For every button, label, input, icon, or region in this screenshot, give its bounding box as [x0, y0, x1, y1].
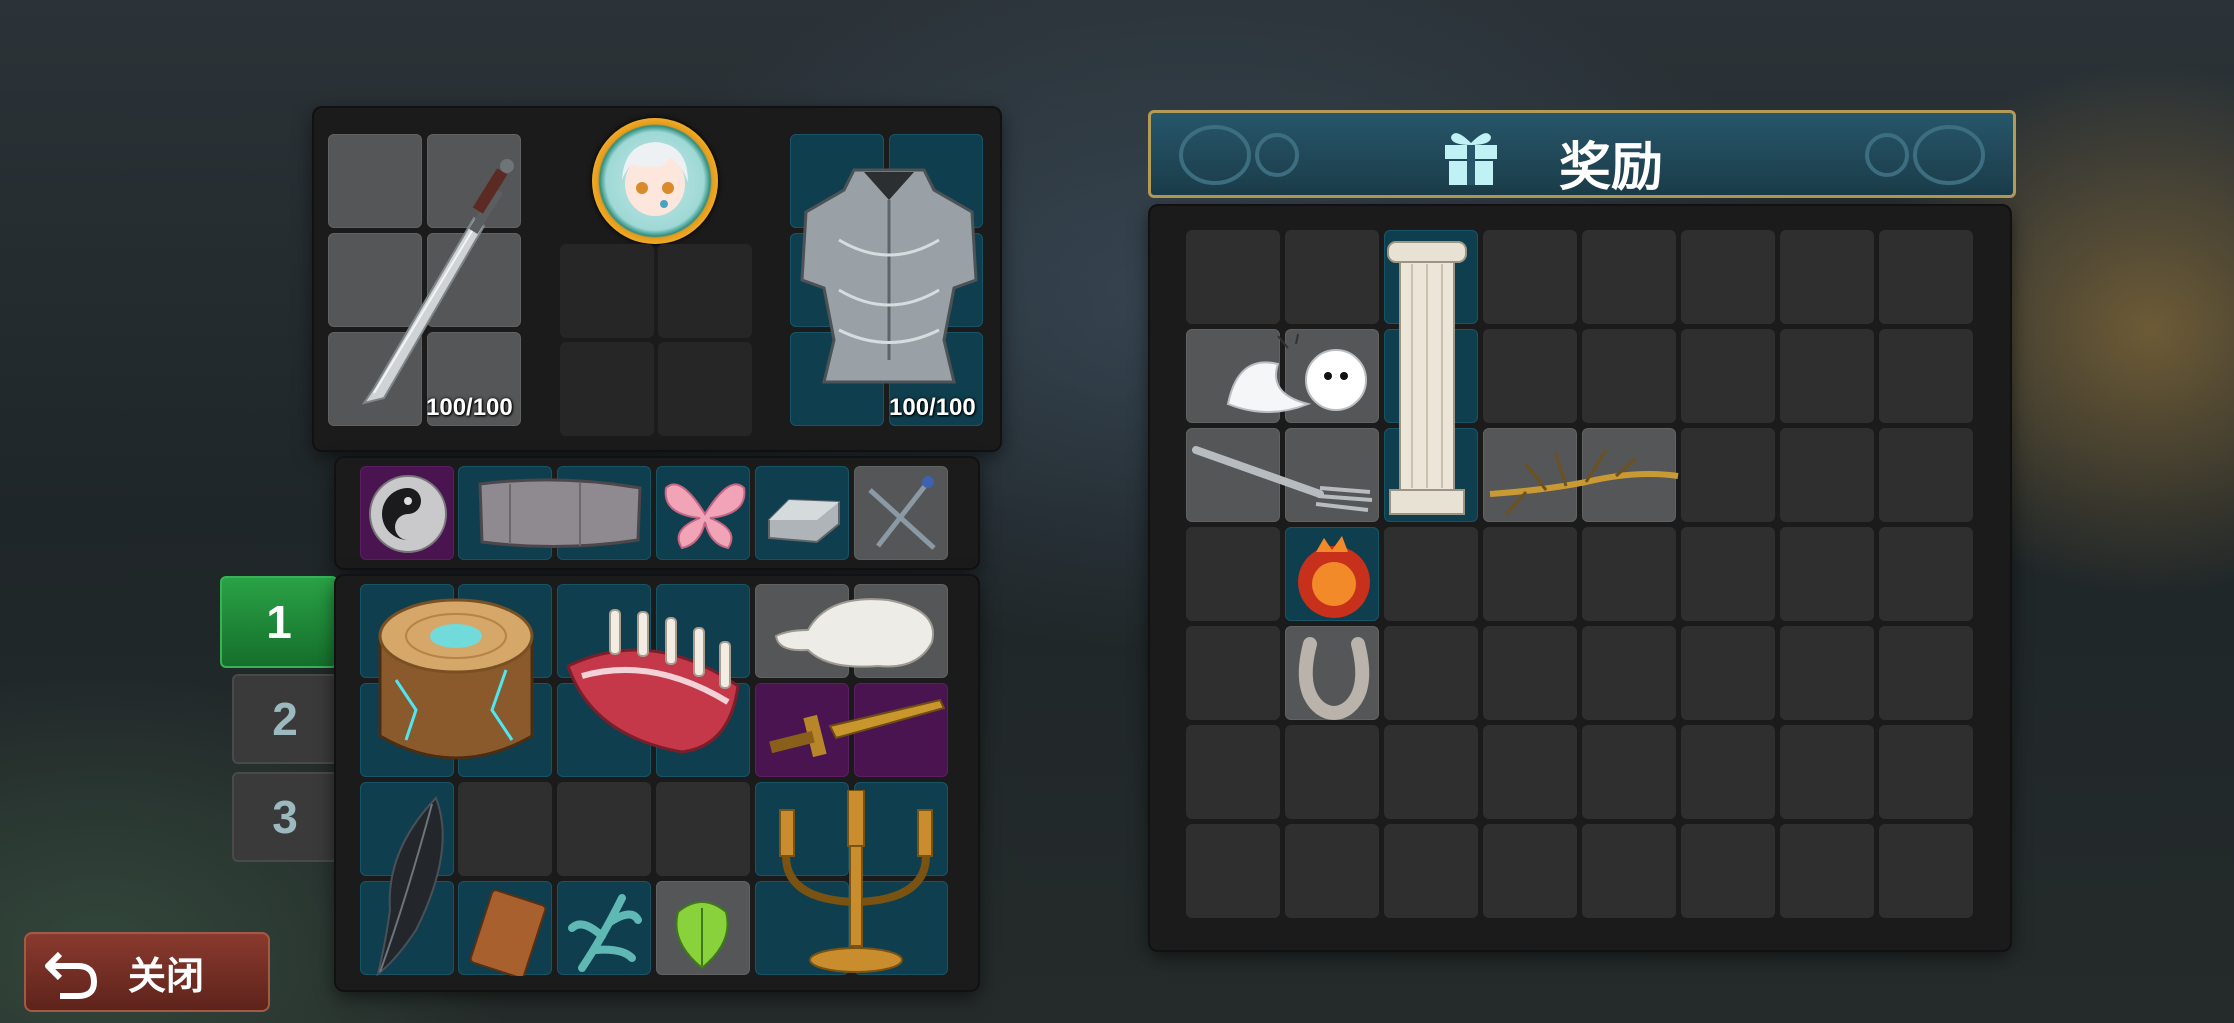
bag-cell[interactable] — [557, 782, 651, 876]
bone-skull-icon[interactable] — [768, 590, 948, 676]
reward-cell[interactable] — [1285, 230, 1379, 324]
sword-icon[interactable] — [344, 148, 524, 418]
stone-column-icon[interactable] — [1382, 236, 1472, 520]
bag-tab-label: 2 — [272, 693, 298, 745]
teru-teru-bozu-icon[interactable] — [1208, 334, 1384, 424]
reward-cell[interactable] — [1780, 824, 1874, 918]
reward-cell[interactable] — [1780, 428, 1874, 522]
reward-cell[interactable] — [1681, 725, 1775, 819]
reward-cell[interactable] — [1483, 725, 1577, 819]
bag-tab-2[interactable]: 2 — [232, 674, 338, 764]
ornament-right-icon — [1865, 125, 1985, 185]
reward-cell[interactable] — [1186, 230, 1280, 324]
reward-cell[interactable] — [1582, 824, 1676, 918]
reward-cell[interactable] — [1285, 725, 1379, 819]
reward-cell[interactable] — [1582, 527, 1676, 621]
reward-cell[interactable] — [1186, 527, 1280, 621]
reward-cell[interactable] — [1582, 626, 1676, 720]
reward-cell[interactable] — [1681, 230, 1775, 324]
green-leaf-icon[interactable] — [664, 892, 740, 974]
reward-cell[interactable] — [1780, 626, 1874, 720]
bag-cell[interactable] — [458, 782, 552, 876]
silver-ingot-icon[interactable] — [759, 480, 849, 550]
rewards-banner: 奖励 — [1148, 110, 2016, 198]
weapon-durability: 100/100 — [426, 394, 513, 421]
branch-icon[interactable] — [1486, 434, 1682, 524]
reward-cell[interactable] — [1780, 329, 1874, 423]
reward-cell[interactable] — [1483, 824, 1577, 918]
reward-cell[interactable] — [1879, 626, 1973, 720]
card-icon[interactable] — [466, 890, 548, 976]
reward-cell[interactable] — [1186, 725, 1280, 819]
reward-cell[interactable] — [1384, 725, 1478, 819]
bag-cell[interactable] — [656, 782, 750, 876]
candelabra-icon[interactable] — [764, 790, 948, 976]
ornament-left-icon — [1179, 125, 1299, 185]
reward-cell[interactable] — [1483, 230, 1577, 324]
reward-cell[interactable] — [1582, 329, 1676, 423]
reward-cell[interactable] — [1780, 230, 1874, 324]
fire-orb-icon[interactable] — [1290, 534, 1378, 624]
reward-cell[interactable] — [1582, 725, 1676, 819]
reward-cell[interactable] — [1879, 428, 1973, 522]
fork-icon[interactable] — [1190, 438, 1380, 518]
gift-icon — [1445, 133, 1497, 185]
plate-armor-icon[interactable] — [794, 160, 984, 390]
horseshoe-icon[interactable] — [1290, 630, 1378, 724]
close-button-label: 关闭 — [128, 955, 205, 998]
reward-cell[interactable] — [1879, 824, 1973, 918]
accessory-slot[interactable] — [560, 342, 654, 436]
reward-cell[interactable] — [1186, 824, 1280, 918]
reward-cell[interactable] — [1384, 527, 1478, 621]
butterfly-icon[interactable] — [660, 474, 750, 554]
reward-cell[interactable] — [1879, 725, 1973, 819]
black-feather-icon[interactable] — [366, 790, 456, 980]
reward-cell[interactable] — [1384, 626, 1478, 720]
reward-cell[interactable] — [1879, 329, 1973, 423]
magic-stump-icon[interactable] — [366, 590, 546, 776]
reward-cell[interactable] — [1483, 527, 1577, 621]
reward-cell[interactable] — [1186, 626, 1280, 720]
accessory-slot[interactable] — [658, 244, 752, 338]
reward-cell[interactable] — [1681, 824, 1775, 918]
close-button[interactable]: 关闭 — [24, 932, 270, 1012]
yin-yang-orb-icon[interactable] — [366, 472, 450, 556]
reward-cell[interactable] — [1879, 527, 1973, 621]
reward-cell[interactable] — [1681, 626, 1775, 720]
reward-cell[interactable] — [1681, 329, 1775, 423]
reward-cell[interactable] — [1780, 527, 1874, 621]
reward-cell[interactable] — [1681, 527, 1775, 621]
bag-tab-1[interactable]: 1 — [220, 576, 338, 668]
meat-ribs-icon[interactable] — [562, 606, 752, 756]
bag-tab-label: 3 — [272, 791, 298, 843]
golden-dagger-icon[interactable] — [760, 686, 950, 776]
armor-durability: 100/100 — [889, 394, 976, 421]
character-portrait[interactable] — [592, 118, 718, 244]
reward-cell[interactable] — [1780, 725, 1874, 819]
reward-cell[interactable] — [1483, 329, 1577, 423]
rewards-title: 奖励 — [1559, 139, 1664, 197]
quick-item-bar — [336, 458, 978, 568]
accessory-slot[interactable] — [658, 342, 752, 436]
crossed-nails-icon[interactable] — [858, 472, 946, 556]
blue-herb-icon[interactable] — [562, 888, 648, 976]
bag-panel — [336, 576, 978, 990]
bracer-icon[interactable] — [470, 474, 650, 554]
reward-cell[interactable] — [1681, 428, 1775, 522]
accessory-slot[interactable] — [560, 244, 654, 338]
equipment-panel: 100/100 100/100 — [314, 108, 1000, 450]
bag-tab-3[interactable]: 3 — [232, 772, 338, 862]
reward-cell[interactable] — [1879, 230, 1973, 324]
reward-cell[interactable] — [1483, 626, 1577, 720]
reward-cell[interactable] — [1582, 230, 1676, 324]
rewards-panel — [1150, 206, 2010, 950]
reward-cell[interactable] — [1384, 824, 1478, 918]
reward-cell[interactable] — [1285, 824, 1379, 918]
bag-tab-label: 1 — [266, 596, 292, 648]
undo-arrow-icon — [45, 951, 98, 999]
